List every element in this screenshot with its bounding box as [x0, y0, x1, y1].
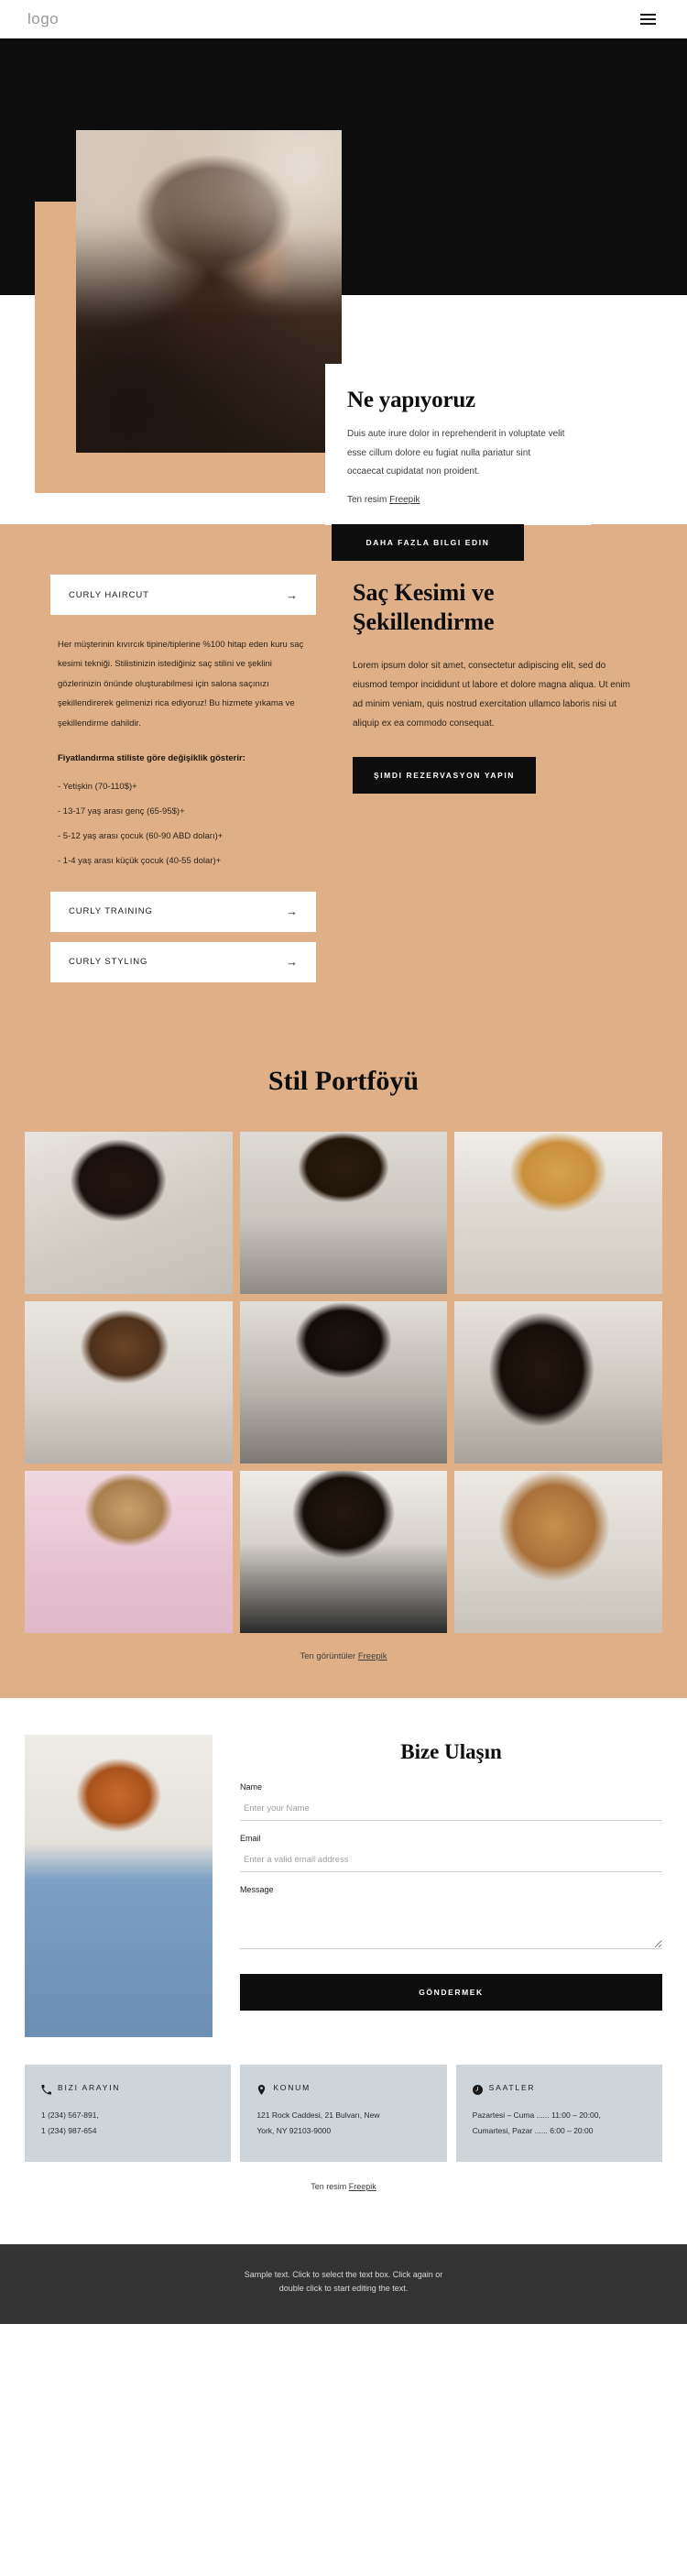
services-right-column: Saç Kesimi ve Şekillendirme Lorem ipsum … — [353, 575, 632, 795]
map-pin-icon — [256, 2083, 267, 2095]
hero-title: Ne yapıyoruz — [347, 388, 475, 412]
portfolio-photo-5[interactable] — [239, 1300, 448, 1463]
arrow-right-icon: → — [286, 955, 298, 970]
accordion-curly-training[interactable]: CURLY TRAINING → — [50, 891, 316, 932]
portfolio-photo-4[interactable] — [25, 1300, 233, 1463]
name-label: Name — [240, 1781, 263, 1792]
accordion-label: CURLY STYLING — [69, 957, 148, 968]
info-card-line: Cumartesi, Pazar ...... 6:00 – 20:00 — [472, 2126, 594, 2136]
info-card-title: KONUM — [273, 2083, 311, 2093]
contact-photo — [25, 1734, 213, 2037]
field-email: Email — [240, 1834, 662, 1872]
info-card-hours: SAATLER Pazartesi – Cuma ...... 11:00 – … — [455, 2064, 662, 2162]
contact-section: Bize Ulaşın Name Email Message GÖNDERMEK — [0, 1697, 687, 2244]
accordion-curly-styling[interactable]: CURLY STYLING → — [50, 941, 316, 982]
arrow-right-icon: → — [286, 904, 298, 919]
logo[interactable]: logo — [27, 10, 59, 28]
accordion-label: CURLY HAIRCUT — [69, 589, 149, 600]
portfolio-credit-prefix: Ten görüntüler — [300, 1650, 358, 1661]
name-input[interactable] — [240, 1800, 662, 1821]
hero-paragraph: Duis aute irure dolor in reprehenderit i… — [347, 429, 565, 477]
email-input[interactable] — [240, 1851, 662, 1872]
arrow-right-icon: → — [286, 587, 298, 602]
info-card-location: KONUM 121 Rock Caddesi, 21 Bulvarı, New … — [240, 2064, 447, 2162]
message-label: Message — [240, 1884, 274, 1894]
portfolio-photo-8[interactable] — [239, 1470, 448, 1633]
services-body-text: Her müşterinin kıvırcık tipine/tiplerine… — [58, 640, 304, 729]
email-label: Email — [240, 1833, 261, 1843]
hero-credit-prefix: Ten resim — [347, 494, 390, 505]
footer-line-2: double click to start editing the text. — [278, 2284, 409, 2294]
hero-photo — [76, 130, 342, 453]
site-header: logo — [0, 0, 687, 38]
phone-icon — [41, 2083, 52, 2095]
info-card-line: Pazartesi – Cuma ...... 11:00 – 20:00, — [472, 2110, 601, 2120]
info-credit: Ten resim Freepik — [0, 2162, 687, 2217]
clock-icon — [472, 2083, 483, 2095]
portfolio-credit: Ten görüntüler Freepik — [0, 1651, 687, 1661]
portfolio-photo-7[interactable] — [25, 1470, 233, 1633]
hamburger-menu-icon[interactable] — [637, 10, 660, 28]
list-item: - Yetişkin (70-110$)+ — [58, 781, 137, 792]
message-textarea[interactable] — [240, 1901, 662, 1949]
info-card-phone: BIZI ARAYIN 1 (234) 567-891, 1 (234) 987… — [25, 2064, 232, 2162]
hero-credit-link[interactable]: Freepik — [389, 495, 420, 505]
contact-title: Bize Ulaşın — [400, 1739, 502, 1763]
info-credit-link[interactable]: Freepik — [349, 2182, 376, 2191]
info-card-line: 1 (234) 987-654 — [41, 2126, 97, 2136]
portfolio-title: Stil Portföyü — [267, 1065, 420, 1096]
site-footer: Sample text. Click to select the text bo… — [0, 2243, 687, 2325]
accordion-label: CURLY TRAINING — [69, 906, 153, 917]
hero-credit: Ten resim Freepik — [347, 495, 569, 505]
hero-section: Ne yapıyoruz Duis aute irure dolor in re… — [0, 38, 687, 561]
list-item: - 13-17 yaş arası genç (65-95$)+ — [58, 806, 185, 817]
portfolio-photo-2[interactable] — [239, 1131, 448, 1294]
info-card-title: SAATLER — [488, 2083, 536, 2093]
portfolio-photo-9[interactable] — [454, 1470, 662, 1633]
page-root: logo Ne yapıyoruz Duis aute irure dolor … — [0, 0, 687, 2325]
services-title: Saç Kesimi ve Şekillendirme — [353, 579, 495, 635]
portfolio-section: Stil Portföyü Ten görüntüler Freepik — [0, 1056, 687, 1698]
footer-line-1: Sample text. Click to select the text bo… — [244, 2269, 443, 2279]
list-item: - 1-4 yaş arası küçük çocuk (40-55 dolar… — [58, 855, 222, 866]
portfolio-gallery — [0, 1131, 687, 1633]
portfolio-photo-3[interactable] — [454, 1131, 662, 1294]
services-price-list: - Yetişkin (70-110$)+ - 13-17 yaş arası … — [58, 782, 316, 866]
info-card-title: BIZI ARAYIN — [58, 2083, 121, 2093]
info-card-line: 1 (234) 567-891, — [41, 2110, 99, 2120]
hero-cta-button[interactable]: DAHA FAZLA BILGI EDIN — [332, 524, 524, 561]
list-item: - 5-12 yaş arası çocuk (60-90 ABD doları… — [58, 830, 224, 841]
portfolio-credit-link[interactable]: Freepik — [358, 1651, 387, 1661]
submit-button[interactable]: GÖNDERMEK — [240, 1973, 662, 2011]
hero-text-card: Ne yapıyoruz Duis aute irure dolor in re… — [325, 364, 591, 525]
portfolio-photo-1[interactable] — [25, 1131, 233, 1294]
contact-form: Bize Ulaşın Name Email Message GÖNDERMEK — [240, 1735, 662, 2011]
field-message: Message — [240, 1885, 662, 1954]
field-name: Name — [240, 1782, 662, 1821]
services-paragraph: Lorem ipsum dolor sit amet, consectetur … — [353, 661, 630, 729]
accordion-curly-haircut[interactable]: CURLY HAIRCUT → — [50, 575, 316, 615]
services-pricing-heading: Fiyatlandırma stiliste göre değişiklik g… — [58, 752, 245, 763]
info-cards-row: BIZI ARAYIN 1 (234) 567-891, 1 (234) 987… — [0, 2037, 687, 2162]
services-section: CURLY HAIRCUT → Her müşterinin kıvırcık … — [0, 524, 687, 1057]
services-left-column: CURLY HAIRCUT → Her müşterinin kıvırcık … — [50, 575, 316, 992]
booking-button[interactable]: ŞIMDI REZERVASYON YAPIN — [353, 757, 536, 795]
info-card-line: York, NY 92103-9000 — [256, 2126, 332, 2136]
portfolio-photo-6[interactable] — [454, 1300, 662, 1463]
info-credit-prefix: Ten resim — [311, 2181, 349, 2191]
info-card-line: 121 Rock Caddesi, 21 Bulvarı, New — [256, 2110, 380, 2120]
